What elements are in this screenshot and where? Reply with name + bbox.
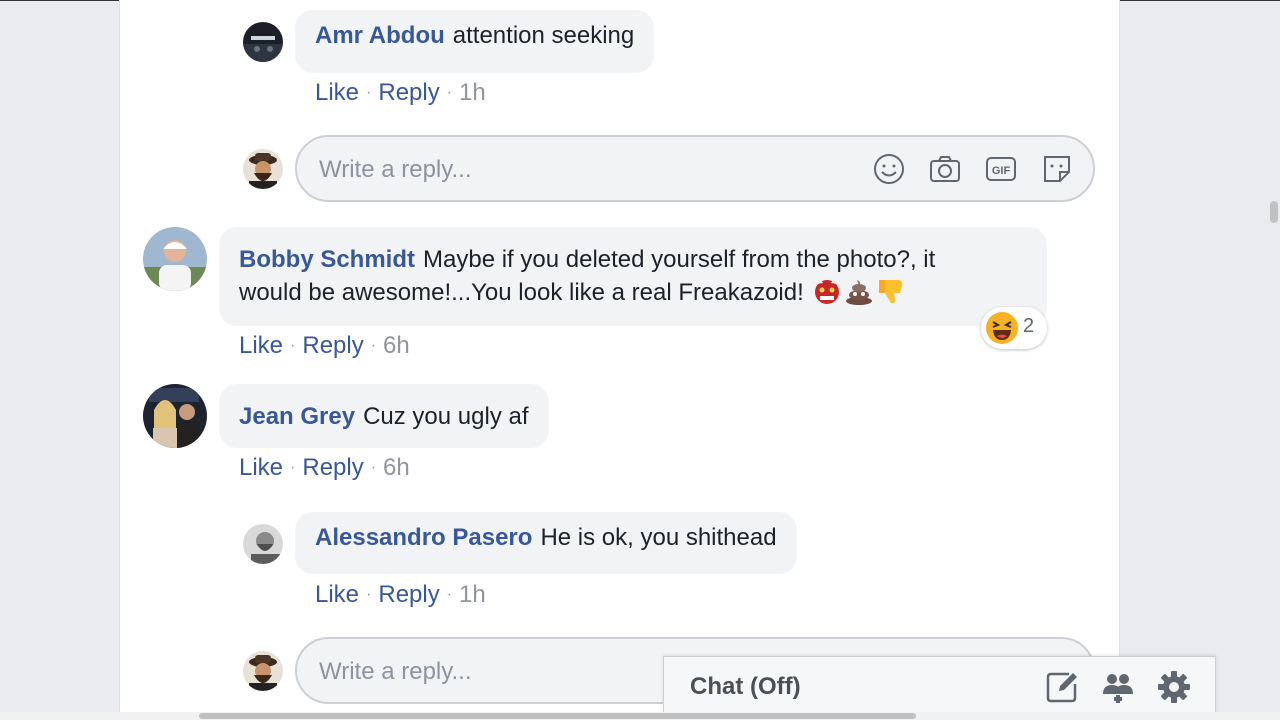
laughing-emoji <box>985 311 1019 345</box>
comment-timestamp[interactable]: 6h <box>383 454 410 481</box>
smiley-icon[interactable] <box>872 152 906 186</box>
reply-link[interactable]: Reply <box>302 332 363 359</box>
comment-text-line-2: would be awesome!...You look like a real… <box>239 279 804 306</box>
separator-dot: · <box>290 459 296 476</box>
comment-actions: Like · Reply · 1h <box>315 78 486 111</box>
comment-text: Cuz you ugly af <box>363 403 529 430</box>
comment-text: attention seeking <box>452 22 635 49</box>
vertical-scrollbar-thumb[interactable] <box>1270 201 1278 223</box>
comment-actions: Like · Reply · 6h <box>239 453 410 486</box>
horizontal-scrollbar[interactable] <box>0 712 1280 720</box>
like-link[interactable]: Like <box>315 79 359 106</box>
horizontal-scrollbar-thumb[interactable] <box>199 713 916 719</box>
like-link[interactable]: Like <box>239 332 283 359</box>
chat-title[interactable]: Chat (Off) <box>690 673 801 701</box>
ogre-emoji <box>812 276 842 306</box>
reaction-count: 2 <box>1023 315 1035 337</box>
comment-text-line-1: Maybe if you deleted yourself from the p… <box>423 246 936 273</box>
thumbs-down-emoji <box>876 276 906 306</box>
separator-dot: · <box>370 459 377 476</box>
avatar[interactable] <box>143 384 207 448</box>
comment-bubble: Alessandro Pasero He is ok, you shithead <box>295 512 797 574</box>
separator-dot: · <box>446 586 453 603</box>
reply-link[interactable]: Reply <box>302 454 363 481</box>
camera-icon[interactable] <box>928 152 962 186</box>
comment-bubble: Amr Abdou attention seeking <box>295 10 655 73</box>
group-icon[interactable] <box>1101 670 1135 704</box>
avatar <box>243 651 283 691</box>
comment-bubble: Jean Grey Cuz you ugly af <box>219 384 549 448</box>
reply-link[interactable]: Reply <box>378 79 439 106</box>
comment-timestamp[interactable]: 1h <box>459 581 486 608</box>
reply-input[interactable] <box>317 137 841 202</box>
avatar[interactable] <box>143 227 207 291</box>
comment-actions: Like · Reply · 6h <box>239 331 410 364</box>
like-link[interactable]: Like <box>239 454 283 481</box>
comment-author[interactable]: Bobby Schmidt <box>239 246 415 273</box>
comment-timestamp[interactable]: 6h <box>383 332 410 359</box>
comment-actions: Like · Reply · 1h <box>315 580 486 613</box>
comment-author[interactable]: Amr Abdou <box>315 22 445 49</box>
like-link[interactable]: Like <box>315 581 359 608</box>
gear-icon[interactable] <box>1157 670 1191 704</box>
separator-dot: · <box>446 84 453 101</box>
gif-icon[interactable]: GIF <box>984 152 1018 186</box>
reply-box: GIF <box>295 135 1095 202</box>
separator-dot: · <box>366 586 372 603</box>
avatar[interactable] <box>243 22 283 62</box>
reaction-summary[interactable]: 2 <box>981 307 1047 349</box>
comment-timestamp[interactable]: 1h <box>459 79 486 106</box>
separator-dot: · <box>366 84 372 101</box>
sticker-icon[interactable] <box>1040 152 1074 186</box>
svg-text:GIF: GIF <box>992 165 1011 177</box>
comment-author[interactable]: Alessandro Pasero <box>315 524 532 551</box>
compose-icon[interactable] <box>1045 670 1079 704</box>
reply-link[interactable]: Reply <box>378 581 439 608</box>
avatar <box>243 149 283 189</box>
comment-text: He is ok, you shithead <box>540 524 777 551</box>
separator-dot: · <box>290 337 296 354</box>
comment-author[interactable]: Jean Grey <box>239 403 355 430</box>
chat-bar[interactable]: Chat (Off) <box>663 656 1216 720</box>
pile-of-poo-emoji <box>844 276 874 306</box>
avatar[interactable] <box>243 524 283 564</box>
comment-bubble: Bobby Schmidt Maybe if you deleted yourse… <box>219 227 1047 326</box>
separator-dot: · <box>370 337 377 354</box>
